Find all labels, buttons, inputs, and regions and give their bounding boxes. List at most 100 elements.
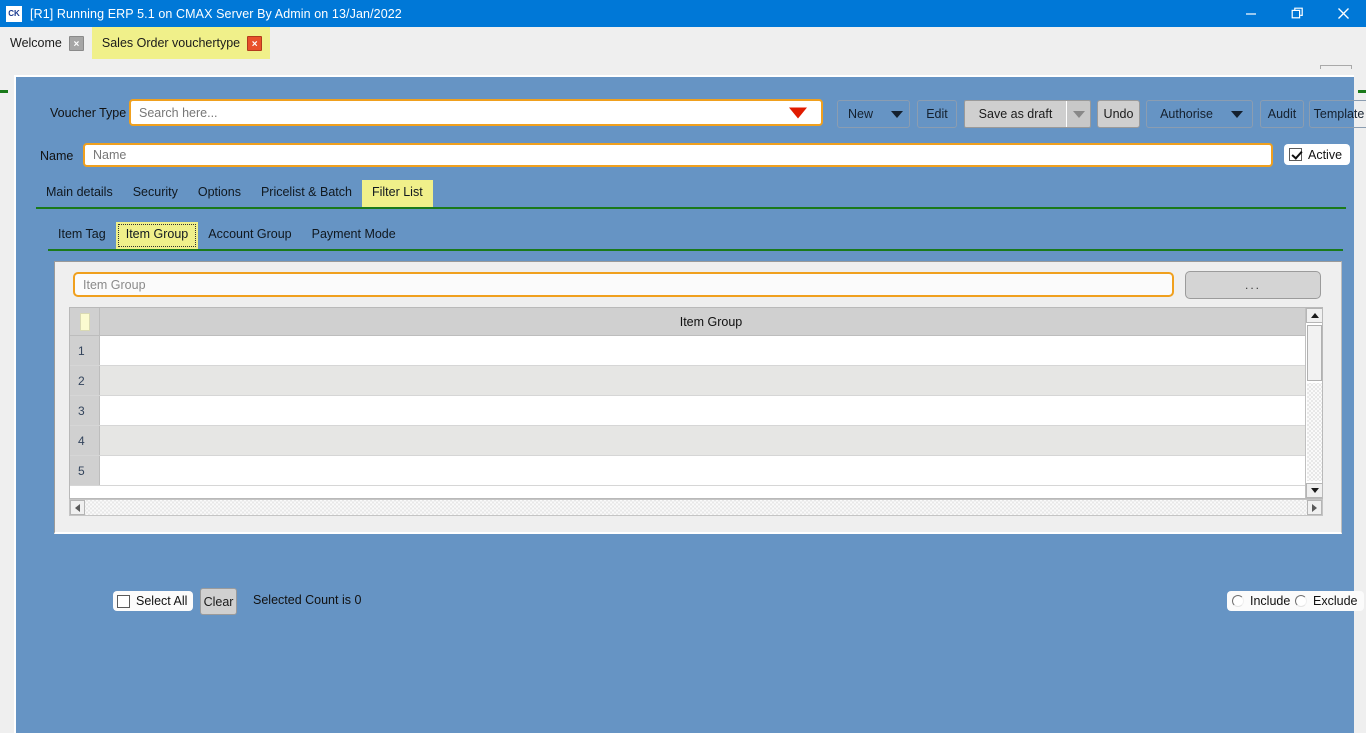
save-as-draft-dropdown-button[interactable] [1066,101,1090,127]
row-number: 5 [70,456,100,485]
radio-unselected-icon [1295,595,1307,607]
audit-button[interactable]: Audit [1260,100,1304,128]
selected-count-label: Selected Count is 0 [253,593,362,607]
voucher-type-search-input[interactable]: Search here... [129,99,823,126]
grid-vertical-scrollbar[interactable] [1305,308,1322,498]
tab-sales-order-vouchertype[interactable]: Sales Order vouchertype × [91,27,271,59]
item-group-filter-input[interactable]: Item Group [73,272,1174,297]
row-cell-item-group[interactable] [100,336,1322,365]
grid-column-header-item-group[interactable]: Item Group [100,308,1322,335]
template-button[interactable]: Template [1309,100,1366,128]
tab-pricelist-and-batch[interactable]: Pricelist & Batch [251,180,362,207]
save-as-draft-split-button[interactable]: Save as draft [964,100,1091,128]
table-row[interactable]: 2 [70,366,1322,396]
undo-button-label: Undo [1103,107,1134,121]
new-button-label: New [847,107,873,121]
triangle-right-icon [1312,503,1317,512]
chevron-down-icon [891,110,903,118]
row-number: 3 [70,396,100,425]
row-number: 2 [70,366,100,395]
exclude-radio[interactable]: Exclude [1290,591,1365,611]
scroll-up-button[interactable] [1306,308,1322,323]
row-cell-item-group[interactable] [100,396,1322,425]
window-title: [R1] Running ERP 5.1 on CMAX Server By A… [30,6,402,21]
checkbox-unchecked-icon [117,594,130,608]
tab-main-details[interactable]: Main details [36,180,123,207]
triangle-up-icon [1310,313,1319,318]
exclude-radio-label: Exclude [1313,594,1358,608]
tab-welcome-close-icon[interactable]: × [68,35,84,51]
browse-button[interactable]: ... [1185,271,1321,299]
item-group-filter-panel: Item Group ... Item Group 1 2 3 4 5 Sele… [54,261,1365,615]
select-all-label: Select All [136,594,188,608]
chevron-down-icon [1072,110,1085,118]
app-icon: CK [6,5,22,22]
voucher-type-label: Voucher Type [50,106,127,120]
dropdown-arrow-icon[interactable] [789,107,807,118]
grid-select-chip-icon [79,312,90,331]
select-all-checkbox[interactable]: Select All [113,591,194,611]
scroll-right-button[interactable] [1307,500,1322,515]
authorise-button-label: Authorise [1160,107,1213,121]
row-cell-item-group[interactable] [100,426,1322,455]
voucher-type-form: Voucher Type Search here... New Edit Sav… [14,75,1366,733]
tab-options[interactable]: Options [188,180,251,207]
restore-button[interactable] [1274,0,1320,27]
tab-item-tag[interactable]: Item Tag [48,222,116,249]
name-input-placeholder: Name [93,148,127,162]
active-checkbox[interactable]: Active [1284,144,1351,165]
tab-item-group[interactable]: Item Group [115,222,199,249]
secondary-tab-row: Item Tag Item Group Account Group Paymen… [48,222,406,249]
vertical-scroll-thumb[interactable] [1307,325,1322,381]
save-as-draft-button-label[interactable]: Save as draft [965,101,1066,127]
table-row[interactable]: 4 [70,426,1322,456]
undo-button[interactable]: Undo [1097,100,1140,128]
row-cell-item-group[interactable] [100,456,1322,485]
name-label: Name [40,149,74,163]
audit-button-label: Audit [1267,107,1297,121]
new-button[interactable]: New [837,100,910,128]
tab-sales-order-vouchertype-close-icon[interactable]: × [247,35,263,51]
checkbox-checked-icon [1289,148,1302,161]
active-checkbox-label: Active [1308,147,1343,162]
scroll-left-button[interactable] [70,500,85,515]
vertical-scroll-track[interactable] [1307,383,1322,481]
tab-payment-mode[interactable]: Payment Mode [302,222,406,249]
tab-filter-list[interactable]: Filter List [361,180,433,207]
table-row[interactable]: 1 [70,336,1322,366]
form-outer-frame: Voucher Type Search here... New Edit Sav… [8,69,1366,733]
minimize-button[interactable] [1228,0,1274,27]
triangle-left-icon [75,503,80,512]
scroll-down-button[interactable] [1306,483,1322,498]
include-radio[interactable]: Include [1227,591,1298,611]
close-button[interactable] [1320,0,1366,27]
secondary-tab-divider [48,249,1343,251]
name-input[interactable]: Name [83,143,1273,167]
radio-unselected-icon [1232,595,1244,607]
tab-welcome-label: Welcome [10,36,62,50]
clear-button[interactable]: Clear [200,588,237,615]
triangle-down-icon [1310,488,1319,493]
document-tab-strip: Welcome × Sales Order vouchertype × + [0,27,1366,90]
edit-button[interactable]: Edit [917,100,957,128]
row-number: 4 [70,426,100,455]
window-title-bar: CK [R1] Running ERP 5.1 on CMAX Server B… [0,0,1366,27]
grid-header-row: Item Group [70,308,1322,336]
tab-account-group[interactable]: Account Group [198,222,301,249]
primary-tab-row: Main details Security Options Pricelist … [36,180,433,207]
item-group-grid[interactable]: Item Group 1 2 3 4 5 [69,307,1323,499]
primary-tab-divider [36,207,1346,209]
grid-horizontal-scrollbar[interactable] [69,499,1323,516]
table-row[interactable]: 5 [70,456,1322,486]
row-cell-item-group[interactable] [100,366,1322,395]
chevron-down-icon [1230,110,1243,118]
item-group-filter-placeholder: Item Group [83,277,146,292]
table-row[interactable]: 3 [70,396,1322,426]
template-button-label: Template [1313,107,1365,121]
include-radio-label: Include [1250,594,1291,608]
tab-security[interactable]: Security [123,180,188,207]
authorise-button[interactable]: Authorise [1146,100,1253,128]
row-number: 1 [70,336,100,365]
tab-welcome[interactable]: Welcome × [0,27,92,59]
grid-corner-cell[interactable] [70,308,100,335]
